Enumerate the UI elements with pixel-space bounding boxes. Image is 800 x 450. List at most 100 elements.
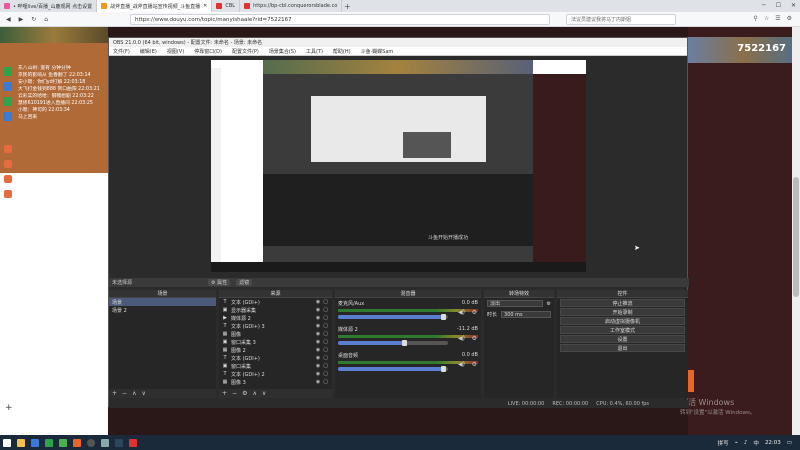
add-icon[interactable]: + xyxy=(5,403,13,413)
scene-item[interactable]: 场景 2 xyxy=(109,306,216,314)
menu-edit[interactable]: 编辑(E) xyxy=(140,48,157,55)
remove-icon[interactable]: − xyxy=(232,390,237,397)
app-icon[interactable] xyxy=(3,67,12,76)
minimize-button[interactable]: ─ xyxy=(762,2,766,9)
app-icon[interactable] xyxy=(4,145,12,153)
app-icon[interactable] xyxy=(4,190,12,198)
properties-button[interactable]: ⚙ 属性 xyxy=(208,279,231,286)
app-icon[interactable] xyxy=(126,435,140,450)
studio-mode-button[interactable]: 工作室模式 xyxy=(560,326,685,334)
clock[interactable]: 22:03 xyxy=(765,440,781,446)
filters-button[interactable]: 滤镜 xyxy=(236,279,253,286)
favorite-icon[interactable]: ☆ xyxy=(764,15,769,22)
extensions-icon[interactable]: ☰ xyxy=(775,15,780,22)
speaker-icon[interactable]: ◀) xyxy=(458,335,465,342)
browser-icon[interactable] xyxy=(42,435,56,450)
menu-file[interactable]: 文件(F) xyxy=(113,48,130,55)
remove-icon[interactable]: − xyxy=(122,390,127,397)
move-down-icon[interactable]: ∨ xyxy=(141,390,145,397)
obs-preview[interactable]: 斗鱼开始开播成功 xyxy=(211,60,586,272)
slider-knob[interactable] xyxy=(440,314,446,320)
notification-icon[interactable]: ▭ xyxy=(787,440,792,446)
source-item[interactable]: ▶ 媒体源 2 ◉ ▢ xyxy=(219,314,332,322)
start-recording-button[interactable]: 开始录制 xyxy=(560,308,685,316)
eye-icon[interactable]: ◉ xyxy=(316,331,320,337)
lock-icon[interactable]: ▢ xyxy=(323,339,328,345)
eye-icon[interactable]: ◉ xyxy=(316,323,320,329)
speaker-icon[interactable]: ◀) xyxy=(458,361,465,368)
app-icon[interactable] xyxy=(28,435,42,450)
volume-slider[interactable] xyxy=(338,366,448,372)
source-item[interactable]: ▦ 图像 2 ◉ ▢ xyxy=(219,346,332,354)
move-down-icon[interactable]: ∨ xyxy=(262,390,266,397)
address-bar[interactable]: https://www.douyu.com/topic/manyishaale?… xyxy=(130,14,550,25)
move-up-icon[interactable]: ∧ xyxy=(132,390,136,397)
browser-tab-1[interactable]: • 哔哩live/百播_山鹿观网 点击设置 xyxy=(0,0,98,12)
exit-button[interactable]: 退出 xyxy=(560,344,685,352)
lock-icon[interactable]: ▢ xyxy=(323,307,328,313)
browser-tab-4[interactable]: https://bp-cbl.conquerorsblade.co xyxy=(240,0,343,12)
browser-tab-2[interactable]: 战斧直播_战斧直播站宣传视频_斗鱼直播 ✕ xyxy=(97,0,213,12)
menu-profile[interactable]: 配置文件(P) xyxy=(232,48,259,55)
app-icon[interactable] xyxy=(98,435,112,450)
eye-icon[interactable]: ◉ xyxy=(316,299,320,305)
input-language[interactable]: 中 xyxy=(753,439,759,447)
lock-icon[interactable]: ▢ xyxy=(323,299,328,305)
menu-tools[interactable]: 工具(T) xyxy=(306,48,323,55)
stop-streaming-button[interactable]: 停止推流 xyxy=(560,299,685,307)
lock-icon[interactable]: ▢ xyxy=(323,331,328,337)
add-icon[interactable]: + xyxy=(222,390,227,397)
source-item[interactable]: ▦ 图像 ◉ ▢ xyxy=(219,330,332,338)
app-icon[interactable] xyxy=(3,82,12,91)
eye-icon[interactable]: ◉ xyxy=(316,339,320,345)
transition-select[interactable]: 淡出 xyxy=(487,300,543,307)
source-item[interactable]: ▦ 图像 3 ◉ ▢ xyxy=(219,378,332,386)
lock-icon[interactable]: ▢ xyxy=(323,371,328,377)
menu-view[interactable]: 视图(V) xyxy=(167,48,184,55)
lock-icon[interactable]: ▢ xyxy=(323,379,328,385)
source-item[interactable]: T 文本 (GDI+) ◉ ▢ xyxy=(219,354,332,362)
volume-slider[interactable] xyxy=(338,314,448,320)
speaker-icon[interactable]: ◀) xyxy=(458,309,465,316)
back-icon[interactable]: ◀ xyxy=(6,16,11,23)
eye-icon[interactable]: ◉ xyxy=(316,347,320,353)
browser-tab-3[interactable]: CBL xyxy=(212,0,241,12)
gear-icon[interactable]: ⚙ xyxy=(242,390,247,397)
maximize-button[interactable]: ☐ xyxy=(776,2,781,9)
app-icon[interactable] xyxy=(3,112,12,121)
gear-icon[interactable]: ⚙ xyxy=(472,309,477,316)
eye-icon[interactable]: ◉ xyxy=(316,355,320,361)
search-icon[interactable]: ⚲ xyxy=(753,15,757,22)
lock-icon[interactable]: ▢ xyxy=(323,315,328,321)
source-item[interactable]: ▣ 显示器采集 ◉ ▢ xyxy=(219,306,332,314)
source-item[interactable]: T 文本 (GDI+) 3 ◉ ▢ xyxy=(219,322,332,330)
volume-slider[interactable] xyxy=(338,340,448,346)
volume-icon[interactable]: ♪ xyxy=(744,440,748,446)
gear-icon[interactable]: ⚙ xyxy=(472,335,477,342)
source-item[interactable]: ▣ 窗口采集 ◉ ▢ xyxy=(219,362,332,370)
source-item[interactable]: T 文本 (GDI+) ◉ ▢ xyxy=(219,298,332,306)
menu-scene-collection[interactable]: 场景集合(S) xyxy=(269,48,296,55)
settings-button[interactable]: 设置 xyxy=(560,335,685,343)
page-scrollbar[interactable] xyxy=(792,27,800,435)
gear-icon[interactable]: ⚙ xyxy=(547,301,551,307)
network-icon[interactable]: ⌁ xyxy=(735,440,738,446)
eye-icon[interactable]: ◉ xyxy=(316,371,320,377)
tab-close-icon[interactable]: ✕ xyxy=(203,3,207,9)
search-input[interactable]: 法议员建议我将马丁内斯姐 xyxy=(566,14,676,25)
eye-icon[interactable]: ◉ xyxy=(316,379,320,385)
obs-icon[interactable] xyxy=(84,435,98,450)
eye-icon[interactable]: ◉ xyxy=(316,315,320,321)
source-item[interactable]: ▣ 窗口采集 3 ◉ ▢ xyxy=(219,338,332,346)
eye-icon[interactable]: ◉ xyxy=(316,363,320,369)
side-tab[interactable] xyxy=(688,370,694,392)
slider-knob[interactable] xyxy=(440,366,446,372)
refresh-icon[interactable]: ↻ xyxy=(31,16,36,23)
menu-help[interactable]: 帮助(H) xyxy=(333,48,351,55)
slider-knob[interactable] xyxy=(402,340,407,346)
scene-item[interactable]: 场景 xyxy=(109,298,216,306)
app-icon[interactable] xyxy=(70,435,84,450)
steam-icon[interactable] xyxy=(112,435,126,450)
home-icon[interactable]: ⌂ xyxy=(44,16,48,23)
scrollbar-thumb[interactable] xyxy=(793,177,799,297)
